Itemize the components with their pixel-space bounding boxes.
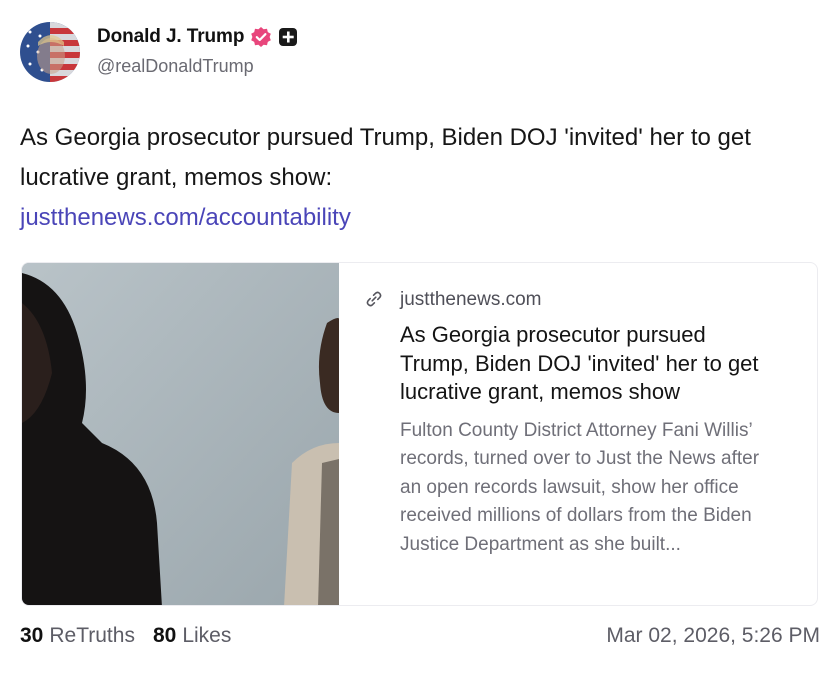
likes-stat[interactable]: 80 Likes: [153, 624, 231, 648]
display-name[interactable]: Donald J. Trump: [97, 26, 244, 48]
user-handle[interactable]: @realDonaldTrump: [97, 56, 298, 77]
post-footer: 30 ReTruths 80 Likes Mar 02, 2026, 5:26 …: [20, 620, 820, 652]
card-body: justthenews.com As Georgia prosecutor pu…: [339, 263, 817, 605]
card-title[interactable]: As Georgia prosecutor pursued Trump, Bid…: [400, 321, 770, 407]
post-text: As Georgia prosecutor pursued Trump, Bid…: [20, 124, 751, 191]
card-image[interactable]: [22, 263, 339, 605]
avatar[interactable]: [20, 22, 80, 82]
retruths-stat[interactable]: 30 ReTruths: [20, 624, 135, 648]
card-domain: justthenews.com: [400, 289, 542, 310]
likes-count: 80: [152, 624, 177, 647]
post-body: As Georgia prosecutor pursued Trump, Bid…: [20, 118, 820, 238]
post-header: Donald J. Trump @realDonaldTrump: [20, 20, 298, 86]
likes-label: Likes: [182, 624, 232, 647]
retruths-count: 30: [20, 624, 44, 647]
link-preview-card[interactable]: justthenews.com As Georgia prosecutor pu…: [21, 262, 818, 606]
plus-badge-icon: [278, 27, 298, 47]
post-timestamp[interactable]: Mar 02, 2026, 5:26 PM: [606, 624, 820, 648]
post-link[interactable]: justthenews.com/accountability: [20, 198, 820, 238]
link-icon: [364, 289, 384, 309]
retruths-label: ReTruths: [49, 624, 135, 647]
verified-badge-icon: [250, 26, 272, 48]
card-description: Fulton County District Attorney Fani Wil…: [400, 419, 760, 555]
